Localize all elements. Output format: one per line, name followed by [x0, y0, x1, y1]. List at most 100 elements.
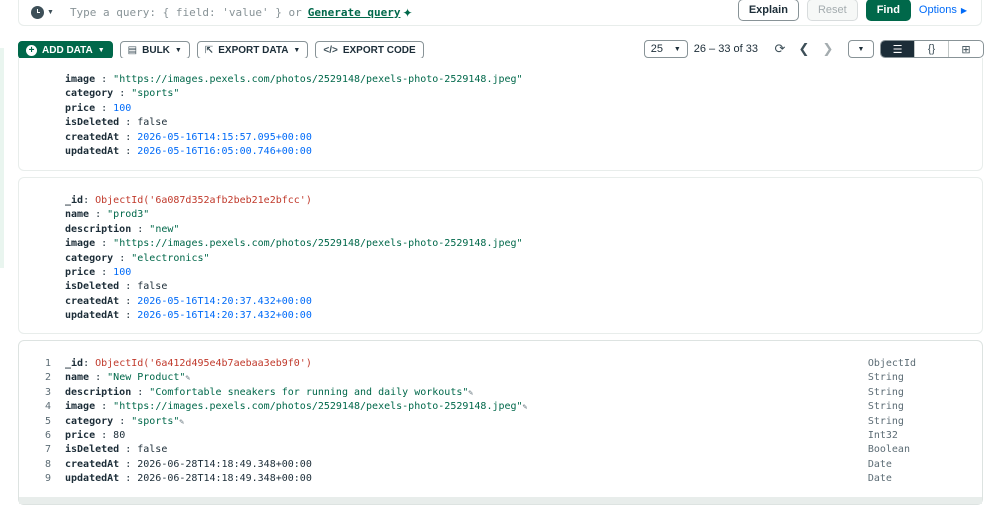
field-row[interactable]: updatedAt : 2026-05-16T14:20:37.432+00:0… — [65, 309, 523, 323]
field-row[interactable]: 2 name : "New Product"✎ — [45, 371, 527, 385]
field-key[interactable]: isDeleted — [65, 444, 119, 455]
field-key[interactable]: createdAt — [65, 132, 119, 143]
bulk-button[interactable]: ▤ BULK ▼ — [119, 41, 190, 59]
field-key[interactable]: price — [65, 267, 95, 278]
document-card[interactable]: image : "https://images.pexels.com/photo… — [18, 58, 983, 171]
field-value[interactable]: 2026-05-16T14:20:37.432+00:00 — [137, 296, 312, 307]
field-value[interactable]: 80 — [113, 430, 125, 441]
document-card-editing[interactable]: 1 _id: ObjectId('6a412d495e4b7aebaa3eb9f0… — [18, 340, 983, 505]
field-value[interactable]: false — [137, 281, 167, 292]
reset-button[interactable]: Reset — [806, 0, 858, 21]
field-type-label[interactable]: String — [868, 400, 916, 414]
field-value[interactable]: 2026-05-16T14:15:57.095+00:00 — [137, 132, 312, 143]
field-key[interactable]: category — [65, 416, 113, 427]
field-value[interactable]: "https://images.pexels.com/photos/252914… — [113, 401, 522, 412]
list-view-icon[interactable]: ☰ — [881, 41, 915, 57]
field-key[interactable]: image — [65, 401, 95, 412]
field-row[interactable]: 8 createdAt : 2026-06-28T14:18:49.348+00:… — [45, 458, 527, 472]
field-value[interactable]: false — [137, 117, 167, 128]
page-size-select[interactable]: 25 ▼ — [643, 40, 688, 58]
options-toggle[interactable]: Options ▶ — [919, 4, 967, 16]
field-row[interactable]: price : 100 — [65, 266, 523, 280]
field-value[interactable]: 2026-06-28T14:18:49.348+00:00 — [137, 459, 312, 470]
generate-query-link[interactable]: Generate query — [308, 6, 401, 19]
field-key[interactable]: createdAt — [65, 459, 119, 470]
field-key[interactable]: description — [65, 387, 131, 398]
query-input[interactable]: Type a query: { field: 'value' } or — [70, 6, 302, 19]
field-key[interactable]: name — [65, 209, 89, 220]
field-value[interactable]: 2026-05-16T14:20:37.432+00:00 — [137, 310, 312, 321]
field-key[interactable]: _id — [65, 358, 83, 369]
field-value[interactable]: "prod3" — [107, 209, 149, 220]
find-button[interactable]: Find — [865, 0, 911, 21]
field-value[interactable]: "sports" — [131, 416, 179, 427]
chevron-left-icon[interactable]: ❮ — [792, 41, 816, 57]
field-value[interactable]: 2026-06-28T14:18:49.348+00:00 — [137, 473, 312, 484]
field-row[interactable]: description : "new" — [65, 223, 523, 237]
field-row[interactable]: image : "https://images.pexels.com/photo… — [65, 73, 523, 87]
field-value[interactable]: 2026-05-16T16:05:00.746+00:00 — [137, 146, 312, 157]
export-code-button[interactable]: </> EXPORT CODE — [315, 41, 424, 59]
field-row[interactable]: 9 updatedAt : 2026-06-28T14:18:49.348+00:… — [45, 472, 527, 486]
table-view-icon[interactable]: ⊞ — [949, 41, 983, 57]
field-type-label[interactable]: String — [868, 371, 916, 385]
field-key[interactable]: updatedAt — [65, 146, 119, 157]
field-type-label[interactable]: Int32 — [868, 429, 916, 443]
field-value[interactable]: 100 — [113, 103, 131, 114]
field-row[interactable]: 7 isDeleted : false — [45, 443, 527, 457]
edit-pencil-icon[interactable]: ✎ — [523, 402, 528, 411]
field-row[interactable]: createdAt : 2026-05-16T14:20:37.432+00:0… — [65, 295, 523, 309]
field-key[interactable]: description — [65, 224, 131, 235]
field-key[interactable]: category — [65, 253, 113, 264]
field-type-label[interactable]: String — [868, 386, 916, 400]
field-row[interactable]: name : "prod3" — [65, 208, 523, 222]
field-key[interactable]: price — [65, 430, 95, 441]
explain-button[interactable]: Explain — [737, 0, 799, 21]
field-key[interactable]: updatedAt — [65, 473, 119, 484]
field-row[interactable]: 5 category : "sports"✎ — [45, 415, 527, 429]
field-row[interactable]: _id: ObjectId('6a087d352afb2beb21e2bfcc'… — [65, 194, 523, 208]
edit-pencil-icon[interactable]: ✎ — [468, 388, 473, 397]
export-data-button[interactable]: ⇱ EXPORT DATA ▼ — [196, 41, 309, 59]
field-value[interactable]: ObjectId('6a412d495e4b7aebaa3eb9f0') — [95, 358, 312, 369]
field-value[interactable]: false — [137, 444, 167, 455]
document-card[interactable]: _id: ObjectId('6a087d352afb2beb21e2bfcc'… — [18, 177, 983, 334]
field-row[interactable]: isDeleted : false — [65, 280, 523, 294]
field-key[interactable]: isDeleted — [65, 117, 119, 128]
field-key[interactable]: _id — [65, 195, 83, 206]
field-value[interactable]: "new" — [149, 224, 179, 235]
field-row[interactable]: category : "electronics" — [65, 252, 523, 266]
field-value[interactable]: "sports" — [131, 88, 179, 99]
field-key[interactable]: updatedAt — [65, 310, 119, 321]
edit-pencil-icon[interactable]: ✎ — [179, 417, 184, 426]
field-row[interactable]: 4 image : "https://images.pexels.com/phot… — [45, 400, 528, 414]
field-key[interactable]: price — [65, 103, 95, 114]
query-history-button[interactable]: ▼ — [31, 6, 54, 19]
field-key[interactable]: image — [65, 238, 95, 249]
field-type-label[interactable]: Date — [868, 472, 916, 486]
field-key[interactable]: isDeleted — [65, 281, 119, 292]
field-type-label[interactable]: String — [868, 415, 916, 429]
field-type-label[interactable]: Boolean — [868, 443, 916, 457]
field-type-label[interactable]: Date — [868, 458, 916, 472]
field-key[interactable]: category — [65, 88, 113, 99]
field-row[interactable]: 3 description : "Comfortable sneakers for… — [45, 386, 527, 400]
field-row[interactable]: createdAt : 2026-05-16T14:15:57.095+00:0… — [65, 131, 523, 145]
edit-pencil-icon[interactable]: ✎ — [185, 373, 190, 382]
field-row[interactable]: isDeleted : false — [65, 116, 523, 130]
field-value[interactable]: "electronics" — [131, 253, 209, 264]
field-row[interactable]: 1 _id: ObjectId('6a412d495e4b7aebaa3eb9f0… — [45, 357, 527, 371]
field-row[interactable]: price : 100 — [65, 102, 523, 116]
view-options-select[interactable]: ▼ — [848, 40, 874, 58]
field-value[interactable]: "New Product" — [107, 372, 185, 383]
chevron-right-icon[interactable]: ❯ — [816, 41, 840, 57]
refresh-icon[interactable]: ⟳ — [768, 41, 792, 57]
field-row[interactable]: image : "https://images.pexels.com/photo… — [65, 237, 523, 251]
field-key[interactable]: image — [65, 74, 95, 85]
field-row[interactable]: 6 price : 80 — [45, 429, 527, 443]
field-value[interactable]: "https://images.pexels.com/photos/252914… — [113, 238, 522, 249]
field-value[interactable]: "https://images.pexels.com/photos/252914… — [113, 74, 522, 85]
field-type-label[interactable]: ObjectId — [868, 357, 916, 371]
field-value[interactable]: ObjectId('6a087d352afb2beb21e2bfcc') — [95, 195, 312, 206]
field-key[interactable]: name — [65, 372, 89, 383]
